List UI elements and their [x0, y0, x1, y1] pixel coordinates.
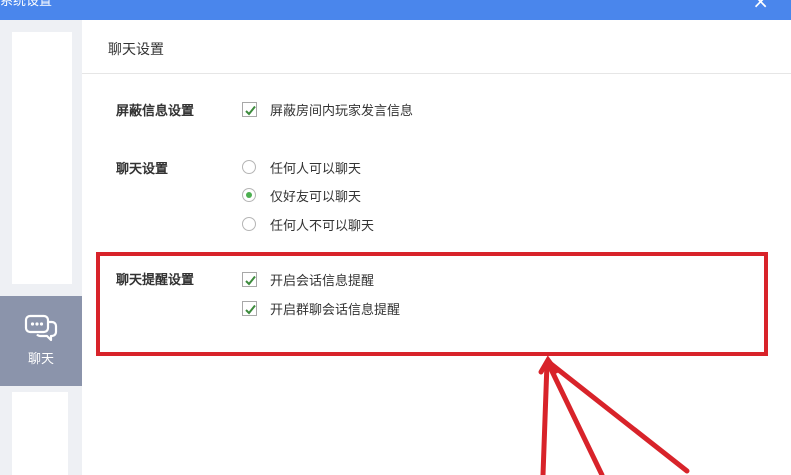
annotation-arrow-icon: [538, 355, 690, 475]
